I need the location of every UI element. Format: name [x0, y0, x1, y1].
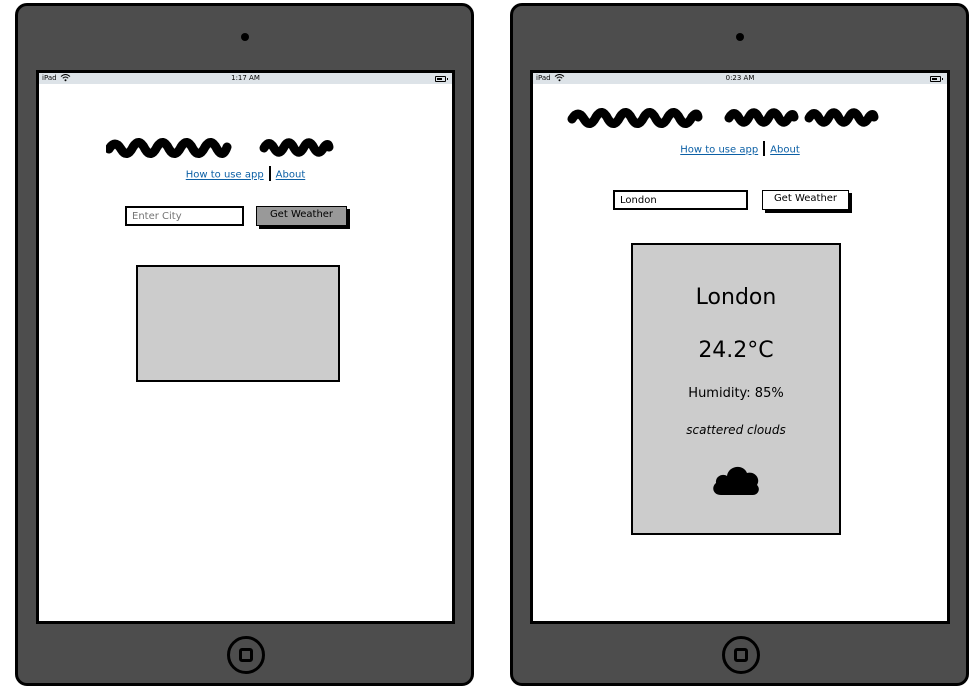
how-to-use-link[interactable]: How to use app [186, 170, 264, 181]
status-time: 0:23 AM [725, 74, 755, 82]
status-bar: iPad 1:17 AM [39, 73, 452, 84]
weather-result-card: London 24.2°C Humidity: 85% scattered cl… [631, 243, 841, 535]
about-link[interactable]: About [276, 170, 306, 181]
battery-icon [435, 76, 448, 82]
app-title-scribble [567, 108, 879, 128]
app-title-scribble [106, 138, 334, 158]
weather-result-placeholder [136, 265, 340, 382]
get-weather-button[interactable]: Get Weather [256, 206, 347, 226]
home-button[interactable] [722, 636, 760, 674]
status-bar: iPad 0:23 AM [533, 73, 947, 84]
city-input[interactable] [125, 206, 244, 226]
cloud-icon [713, 466, 759, 495]
nav-divider [268, 166, 271, 181]
home-button-square [239, 648, 253, 662]
tablet-frame-empty: iPad 1:17 AM How to use app About Get Wea… [15, 3, 474, 686]
nav-links: How to use app About [533, 141, 947, 157]
city-input[interactable] [613, 190, 748, 210]
nav-divider [763, 141, 766, 156]
about-link[interactable]: About [770, 145, 800, 156]
nav-links: How to use app About [39, 166, 452, 182]
result-city: London [695, 285, 777, 310]
result-description: scattered clouds [686, 423, 786, 437]
tablet-frame-result: iPad 0:23 AM How to use app About Get Wea… [510, 3, 969, 686]
result-humidity: Humidity: 85% [688, 386, 784, 401]
status-time: 1:17 AM [231, 74, 260, 82]
tablet-screen: iPad 1:17 AM How to use app About Get Wea… [36, 70, 455, 624]
camera-dot [241, 33, 249, 41]
home-button-square [734, 648, 748, 662]
tablet-screen: iPad 0:23 AM How to use app About Get Wea… [530, 70, 950, 624]
camera-dot [736, 33, 744, 41]
get-weather-button[interactable]: Get Weather [762, 190, 849, 210]
battery-icon [930, 76, 943, 82]
how-to-use-link[interactable]: How to use app [680, 145, 758, 156]
home-button[interactable] [227, 636, 265, 674]
result-temperature: 24.2°C [698, 338, 774, 363]
